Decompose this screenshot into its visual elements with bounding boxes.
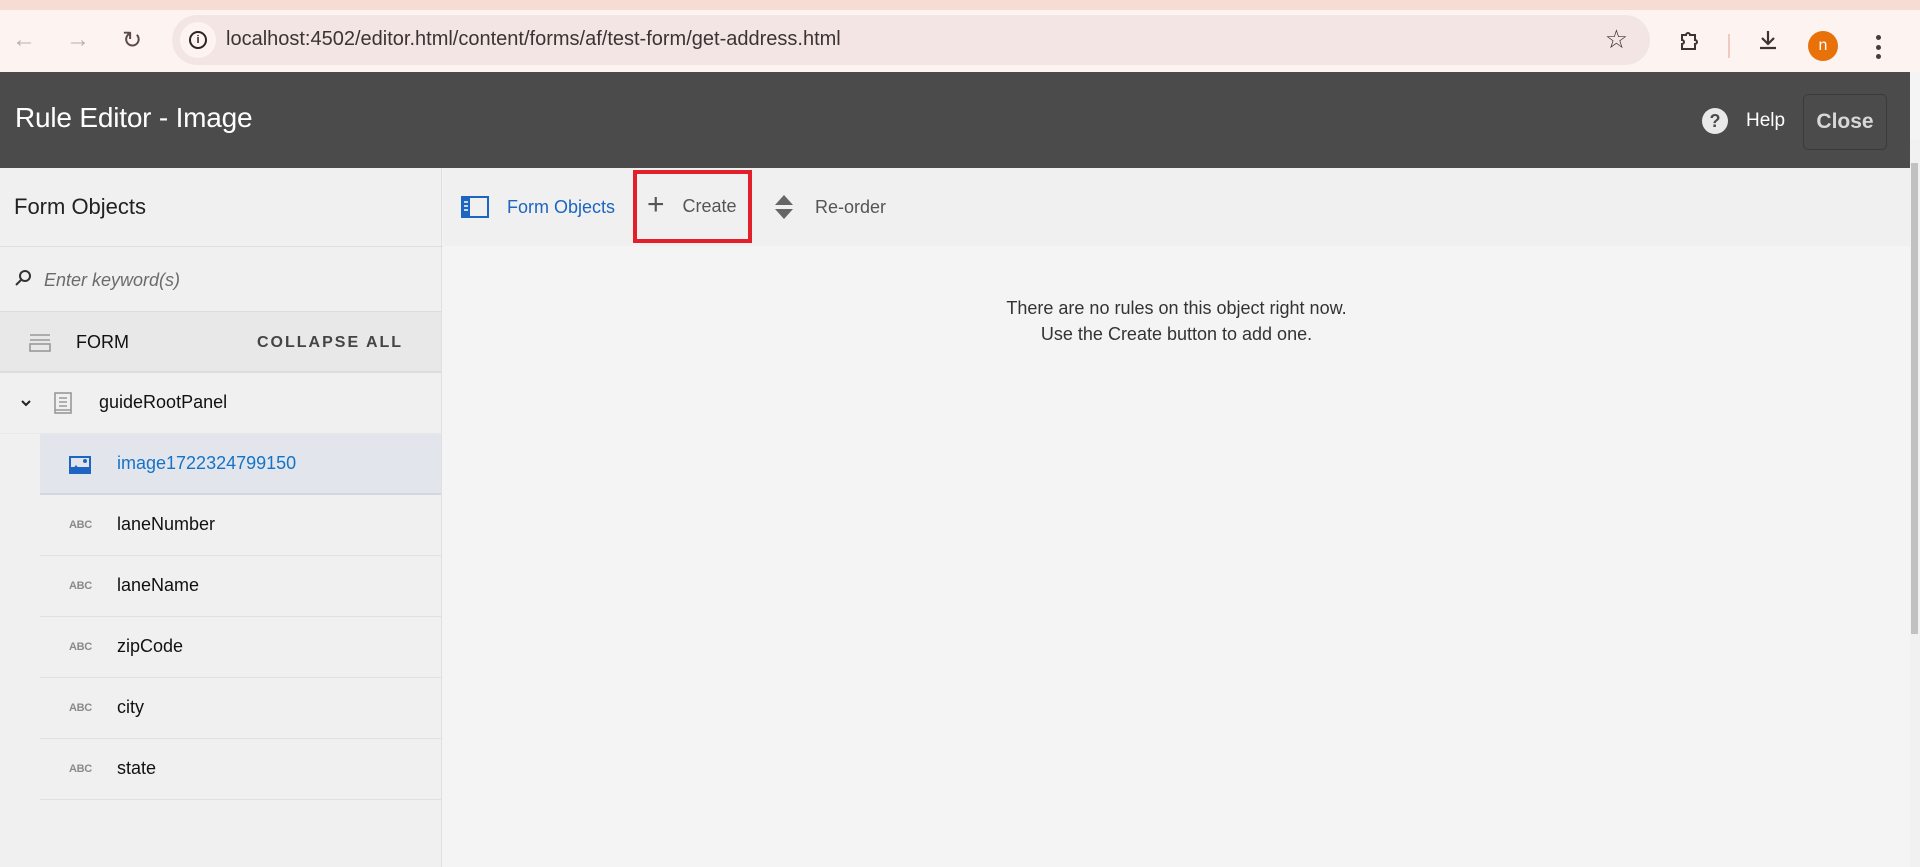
url-text[interactable]: localhost:4502/editor.html/content/forms… [226,28,841,51]
image-icon [69,456,91,474]
help-button[interactable]: ? Help [1702,108,1785,134]
app-header: Rule Editor - Image ? Help Close [0,72,1910,168]
bookmark-star-icon[interactable]: ☆ [1605,24,1628,55]
tree-item-label: city [117,697,144,717]
toolbar-separator [1728,34,1730,58]
downloads-icon[interactable] [1750,22,1786,58]
search-row [0,247,441,312]
panel-title: Form Objects [14,194,147,219]
form-label: FORM [76,332,129,352]
empty-state-line-2: Use the Create button to add one. [1040,324,1313,344]
reorder-icon [775,195,793,219]
tree-item-label: laneNumber [117,514,216,534]
help-label: Help [1746,110,1786,131]
form-objects-toggle-button[interactable]: Form Objects [461,168,615,246]
tree-item-label: laneName [117,575,200,595]
tree-item-label: guideRootPanel [99,392,228,412]
rules-content-area: There are no rules on this object right … [443,246,1910,867]
form-objects-label: Form Objects [507,196,616,217]
panel-icon [54,392,72,414]
search-icon [15,270,31,286]
scrollbar-thumb[interactable] [1911,163,1918,634]
tree-item-zip-code[interactable]: ABC zipCode [40,617,441,678]
extensions-icon[interactable] [1672,22,1708,58]
site-info-icon[interactable]: i [180,22,216,58]
tree-item-label: image1722324799150 [117,453,297,473]
menu-kebab-icon[interactable] [1866,32,1890,62]
tree-item-state[interactable]: ABC state [40,739,441,800]
address-bar[interactable]: i localhost:4502/editor.html/content/for… [172,15,1650,65]
tree-item-city[interactable]: ABC city [40,678,441,739]
form-objects-panel: Form Objects FORM COLLAPSE ALL guideRoot… [0,168,442,867]
tree-item-guide-root-panel[interactable]: guideRootPanel [0,373,441,434]
help-icon: ? [1702,108,1728,134]
page-title: Rule Editor - Image [15,102,253,133]
close-button[interactable]: Close [1803,94,1887,150]
form-tree: guideRootPanel image1722324799150 ABC la… [0,373,441,800]
tree-item-label: zipCode [117,636,184,656]
form-icon [29,334,51,352]
collapse-all-button[interactable]: COLLAPSE ALL [257,334,403,352]
reorder-label: Re-order [815,196,887,217]
back-icon[interactable]: ← [8,24,40,56]
text-field-icon: ABC [69,763,92,775]
empty-state-message: There are no rules on this object right … [443,295,1910,347]
tree-item-lane-number[interactable]: ABC laneNumber [40,495,441,556]
browser-toolbar: ← → ↻ i localhost:4502/editor.html/conte… [0,0,1920,72]
text-field-icon: ABC [69,519,92,531]
empty-state-line-1: There are no rules on this object right … [1006,298,1347,318]
forward-icon[interactable]: → [62,24,94,56]
search-input[interactable] [44,265,424,295]
profile-avatar[interactable]: n [1808,31,1838,61]
plus-icon: + [647,188,665,221]
text-field-icon: ABC [69,580,92,592]
create-label: Create [682,196,737,216]
tree-item-label: state [117,758,157,778]
chevron-down-icon[interactable] [18,395,34,411]
create-button[interactable]: + Create [633,170,752,243]
form-header-row: FORM COLLAPSE ALL [0,312,441,373]
reload-icon[interactable]: ↻ [116,24,148,56]
reorder-button[interactable]: Re-order [773,168,886,246]
text-field-icon: ABC [69,702,92,714]
form-objects-icon [461,196,489,218]
tree-item-lane-name[interactable]: ABC laneName [40,556,441,617]
rule-toolbar: Form Objects + Create Re-order [443,168,1910,246]
tree-item-image[interactable]: image1722324799150 [40,434,441,495]
text-field-icon: ABC [69,641,92,653]
